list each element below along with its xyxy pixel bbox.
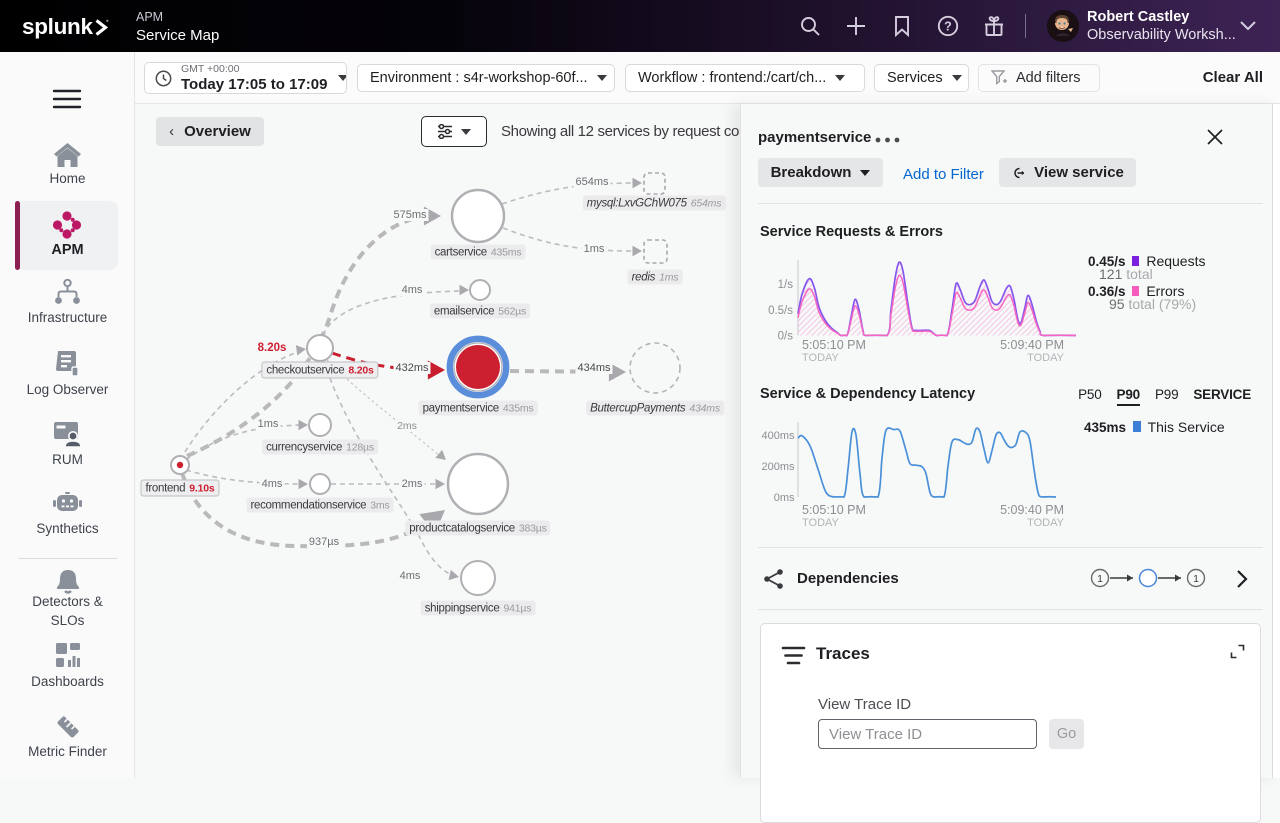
svg-text:5:05:10 PM: 5:05:10 PM (802, 338, 866, 352)
svg-text:0/s: 0/s (778, 331, 794, 343)
svg-text:TODAY: TODAY (802, 517, 840, 529)
svg-text:1: 1 (1193, 573, 1199, 585)
svg-text:TODAY: TODAY (1027, 517, 1065, 529)
svg-text:TODAY: TODAY (802, 352, 840, 364)
svg-text:0.5/s: 0.5/s (768, 305, 793, 317)
svg-text:1: 1 (1097, 573, 1103, 585)
svg-text:1/s: 1/s (778, 279, 794, 291)
svg-text:TODAY: TODAY (1027, 352, 1065, 364)
svg-text:?: ? (944, 19, 952, 33)
svg-text:0ms: 0ms (774, 492, 795, 504)
svg-text:200ms: 200ms (761, 461, 795, 473)
svg-text:400ms: 400ms (761, 430, 795, 442)
svg-text:5:09:40 PM: 5:09:40 PM (1000, 503, 1064, 517)
svg-text:5:05:10 PM: 5:05:10 PM (802, 503, 866, 517)
svg-text:5:09:40 PM: 5:09:40 PM (1000, 338, 1064, 352)
